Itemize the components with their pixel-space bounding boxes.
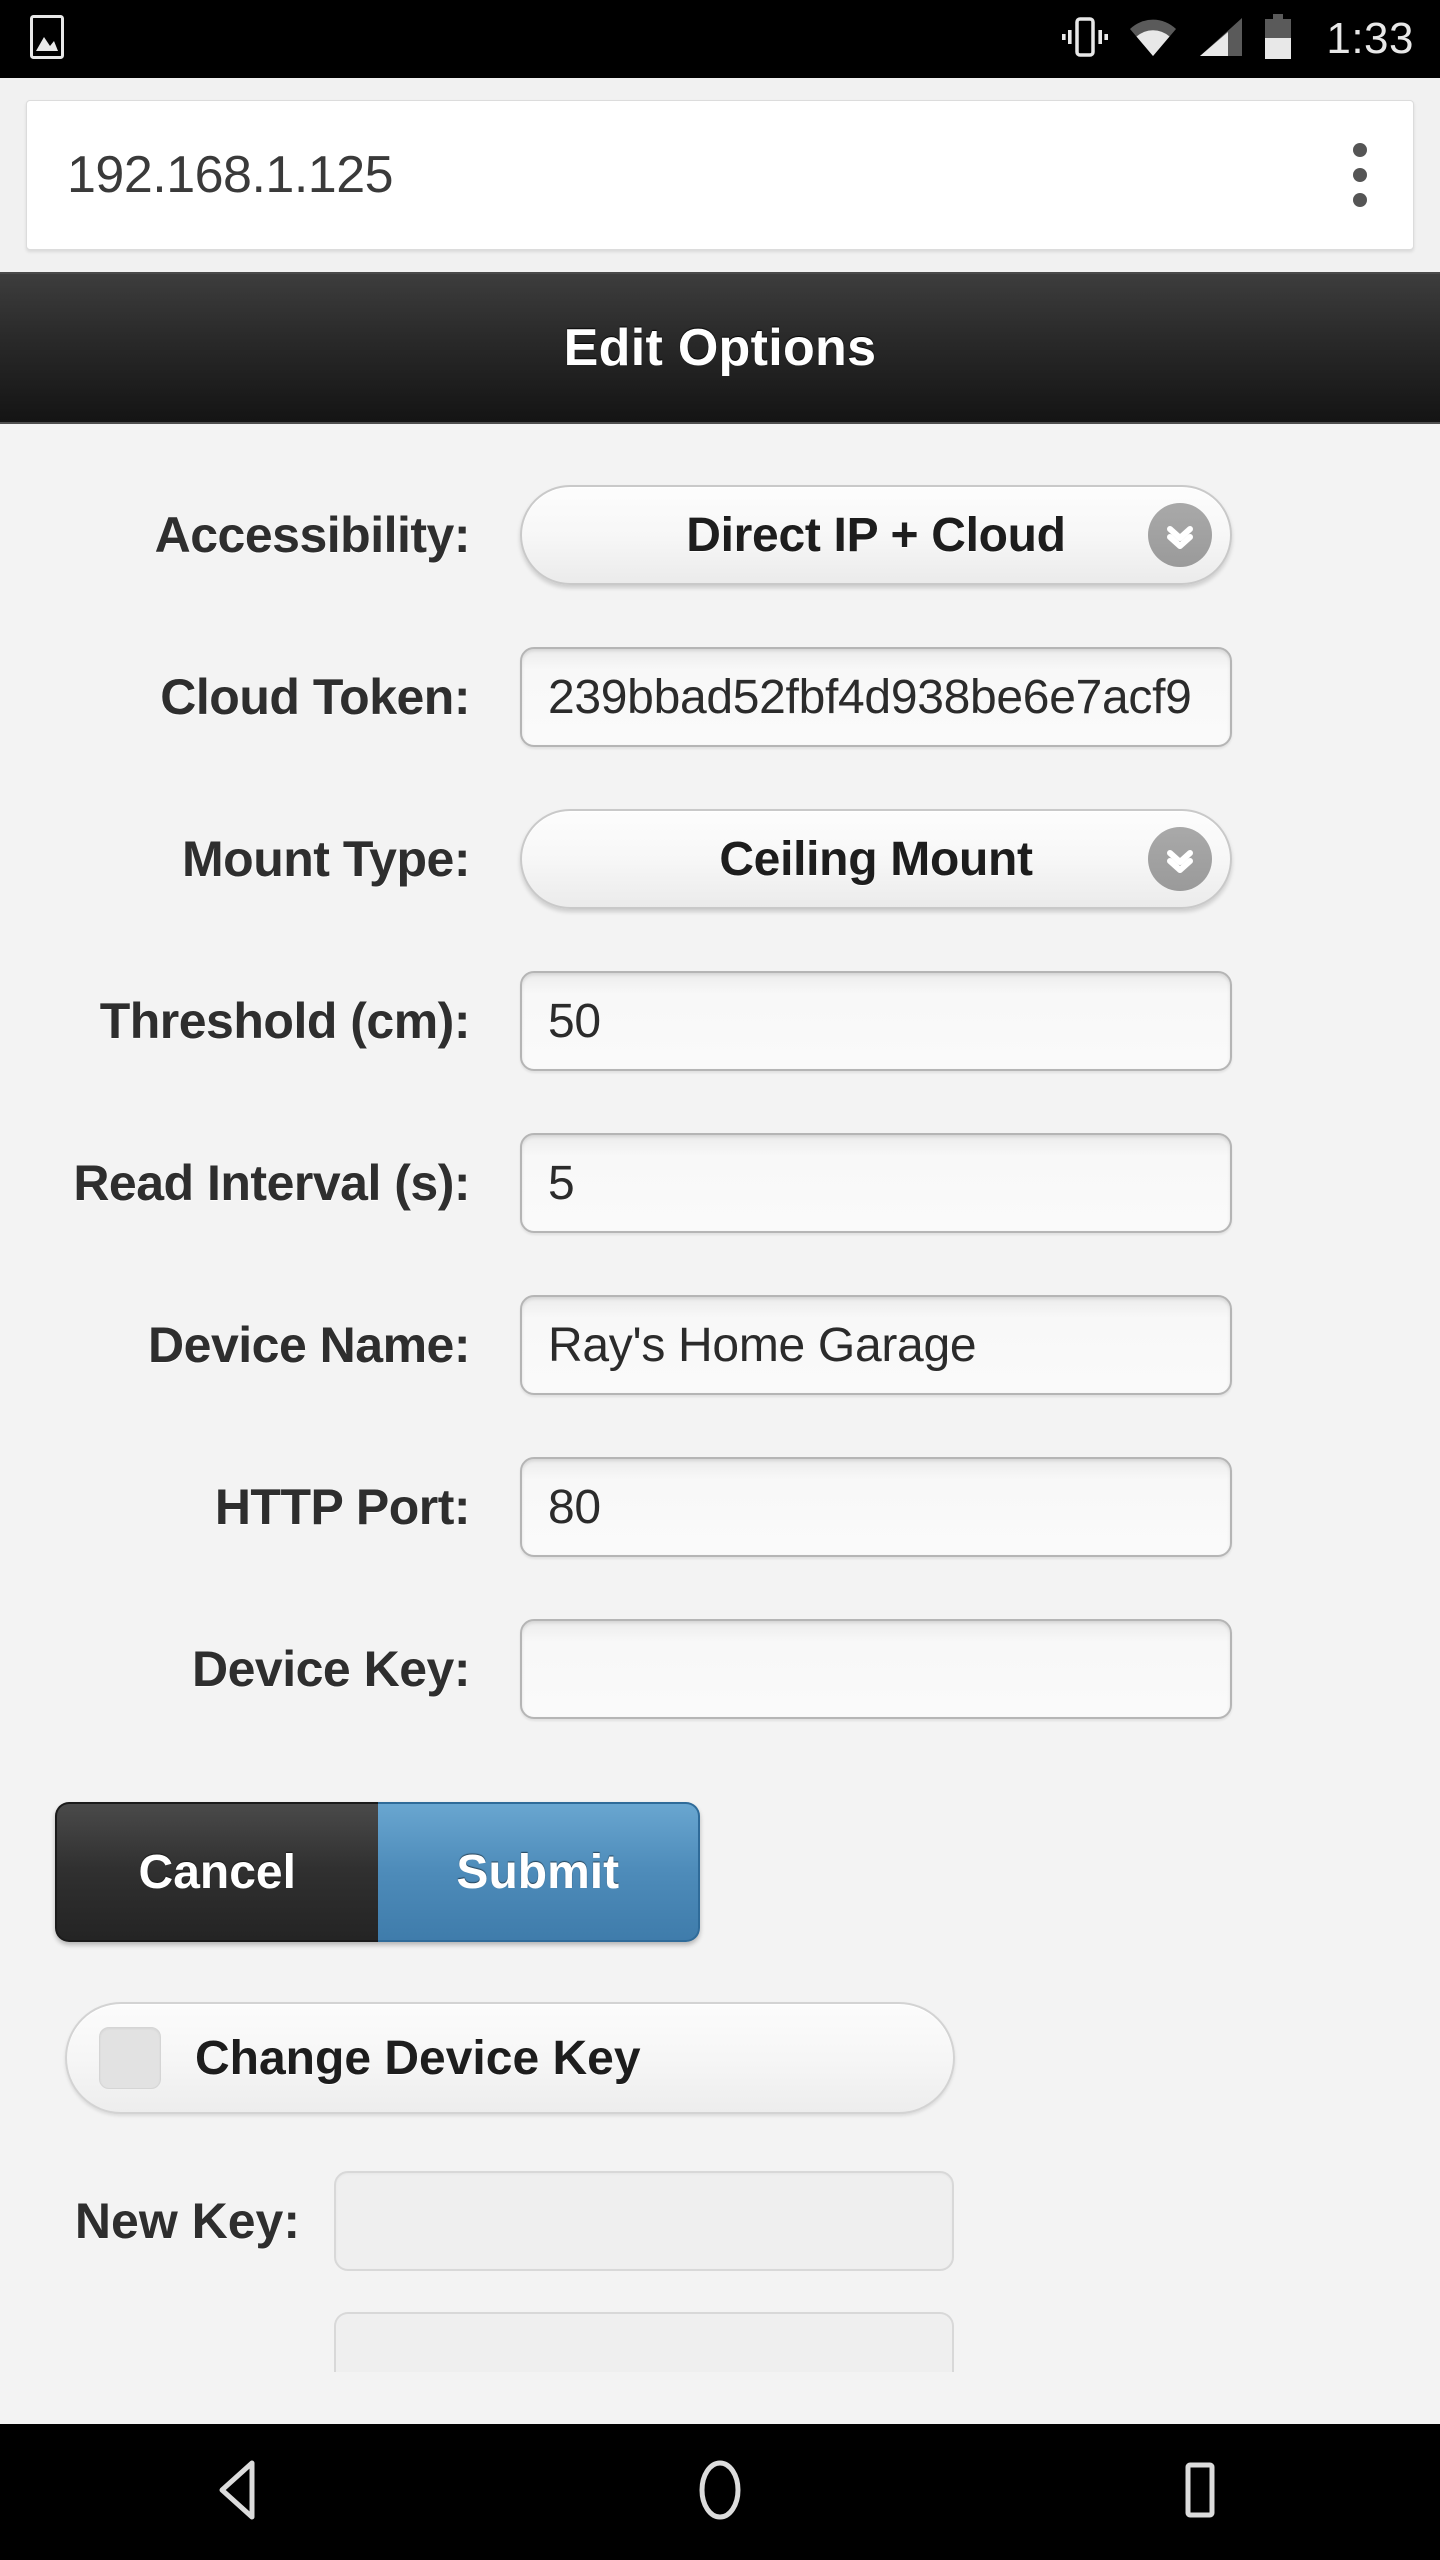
wifi-icon	[1128, 16, 1178, 63]
status-bar-notifications	[30, 14, 64, 64]
submit-button[interactable]: Submit	[377, 1802, 700, 1942]
vibrate-icon	[1062, 15, 1109, 64]
status-bar-system-icons: 1:33	[1062, 13, 1414, 65]
signal-icon	[1198, 16, 1244, 63]
form-row-http-port: HTTP Port: 80	[0, 1457, 1440, 1557]
photo-icon	[30, 14, 64, 64]
label-cloud-token: Cloud Token:	[160, 669, 470, 725]
http-port-input[interactable]: 80	[520, 1457, 1232, 1557]
threshold-input[interactable]: 50	[520, 971, 1232, 1071]
form-content: Accessibility: Direct IP + Cloud Cloud T…	[0, 424, 1440, 2424]
form-row-read-interval: Read Interval (s): 5	[0, 1133, 1440, 1233]
cloud-token-value: 239bbad52fbf4d938be6e7acf9	[548, 670, 1192, 724]
back-icon	[208, 2457, 272, 2528]
cloud-token-input[interactable]: 239bbad52fbf4d938be6e7acf9	[520, 647, 1232, 747]
form-row-cloud-token: Cloud Token: 239bbad52fbf4d938be6e7acf9	[0, 647, 1440, 747]
device-key-input[interactable]	[520, 1619, 1232, 1719]
form-row-mount-type: Mount Type: Ceiling Mount	[0, 809, 1440, 909]
android-nav-bar	[0, 2424, 1440, 2560]
label-new-key: New Key:	[74, 2193, 300, 2249]
recents-icon	[1171, 2457, 1229, 2528]
http-port-value: 80	[548, 1480, 601, 1534]
page-header: Edit Options	[0, 272, 1440, 424]
accessibility-value: Direct IP + Cloud	[686, 508, 1066, 562]
threshold-value: 50	[548, 994, 601, 1048]
page-title: Edit Options	[563, 319, 877, 377]
battery-icon	[1264, 13, 1292, 65]
status-bar: 1:33	[0, 0, 1440, 78]
label-device-key: Device Key:	[192, 1641, 471, 1697]
device-name-value: Ray's Home Garage	[548, 1318, 977, 1372]
address-bar[interactable]: 192.168.1.125	[26, 100, 1414, 250]
form-actions: Cancel Submit	[55, 1802, 700, 1942]
url-text[interactable]: 192.168.1.125	[67, 145, 1341, 205]
change-device-key-label: Change Device Key	[195, 2031, 641, 2085]
change-device-key-toggle[interactable]: Change Device Key	[65, 2002, 955, 2114]
label-http-port: HTTP Port:	[214, 1479, 471, 1535]
chevron-down-icon[interactable]	[1148, 503, 1212, 567]
overflow-menu-icon[interactable]	[1341, 133, 1379, 217]
device-name-input[interactable]: Ray's Home Garage	[520, 1295, 1232, 1395]
accessibility-select[interactable]: Direct IP + Cloud	[520, 485, 1232, 585]
label-threshold: Threshold (cm):	[99, 993, 471, 1049]
change-device-key-checkbox[interactable]	[99, 2027, 161, 2089]
read-interval-value: 5	[548, 1156, 575, 1210]
phone-screen: 1:33 192.168.1.125 Edit Options Accessib…	[0, 0, 1440, 2560]
form-row-accessibility: Accessibility: Direct IP + Cloud	[0, 485, 1440, 585]
label-mount-type: Mount Type:	[182, 831, 470, 887]
nav-back-button[interactable]	[150, 2424, 330, 2560]
nav-home-button[interactable]	[630, 2424, 810, 2560]
form-row-new-key: New Key:	[0, 2171, 1440, 2271]
label-accessibility: Accessibility:	[154, 507, 471, 563]
chevron-down-icon[interactable]	[1148, 827, 1212, 891]
label-device-name: Device Name:	[148, 1317, 470, 1373]
cancel-button[interactable]: Cancel	[55, 1802, 378, 1942]
home-icon	[689, 2457, 751, 2528]
form-row-device-key: Device Key:	[0, 1619, 1440, 1719]
status-bar-clock: 1:33	[1326, 14, 1414, 63]
form-row-device-name: Device Name: Ray's Home Garage	[0, 1295, 1440, 1395]
mount-type-select[interactable]: Ceiling Mount	[520, 809, 1232, 909]
mount-type-value: Ceiling Mount	[719, 832, 1033, 886]
form-row-threshold: Threshold (cm): 50	[0, 971, 1440, 1071]
read-interval-input[interactable]: 5	[520, 1133, 1232, 1233]
new-key-input[interactable]	[334, 2171, 954, 2271]
browser-toolbar: 192.168.1.125	[0, 78, 1440, 266]
clipped-field-below	[334, 2312, 954, 2372]
label-read-interval: Read Interval (s):	[73, 1155, 470, 1211]
nav-recents-button[interactable]	[1110, 2424, 1290, 2560]
